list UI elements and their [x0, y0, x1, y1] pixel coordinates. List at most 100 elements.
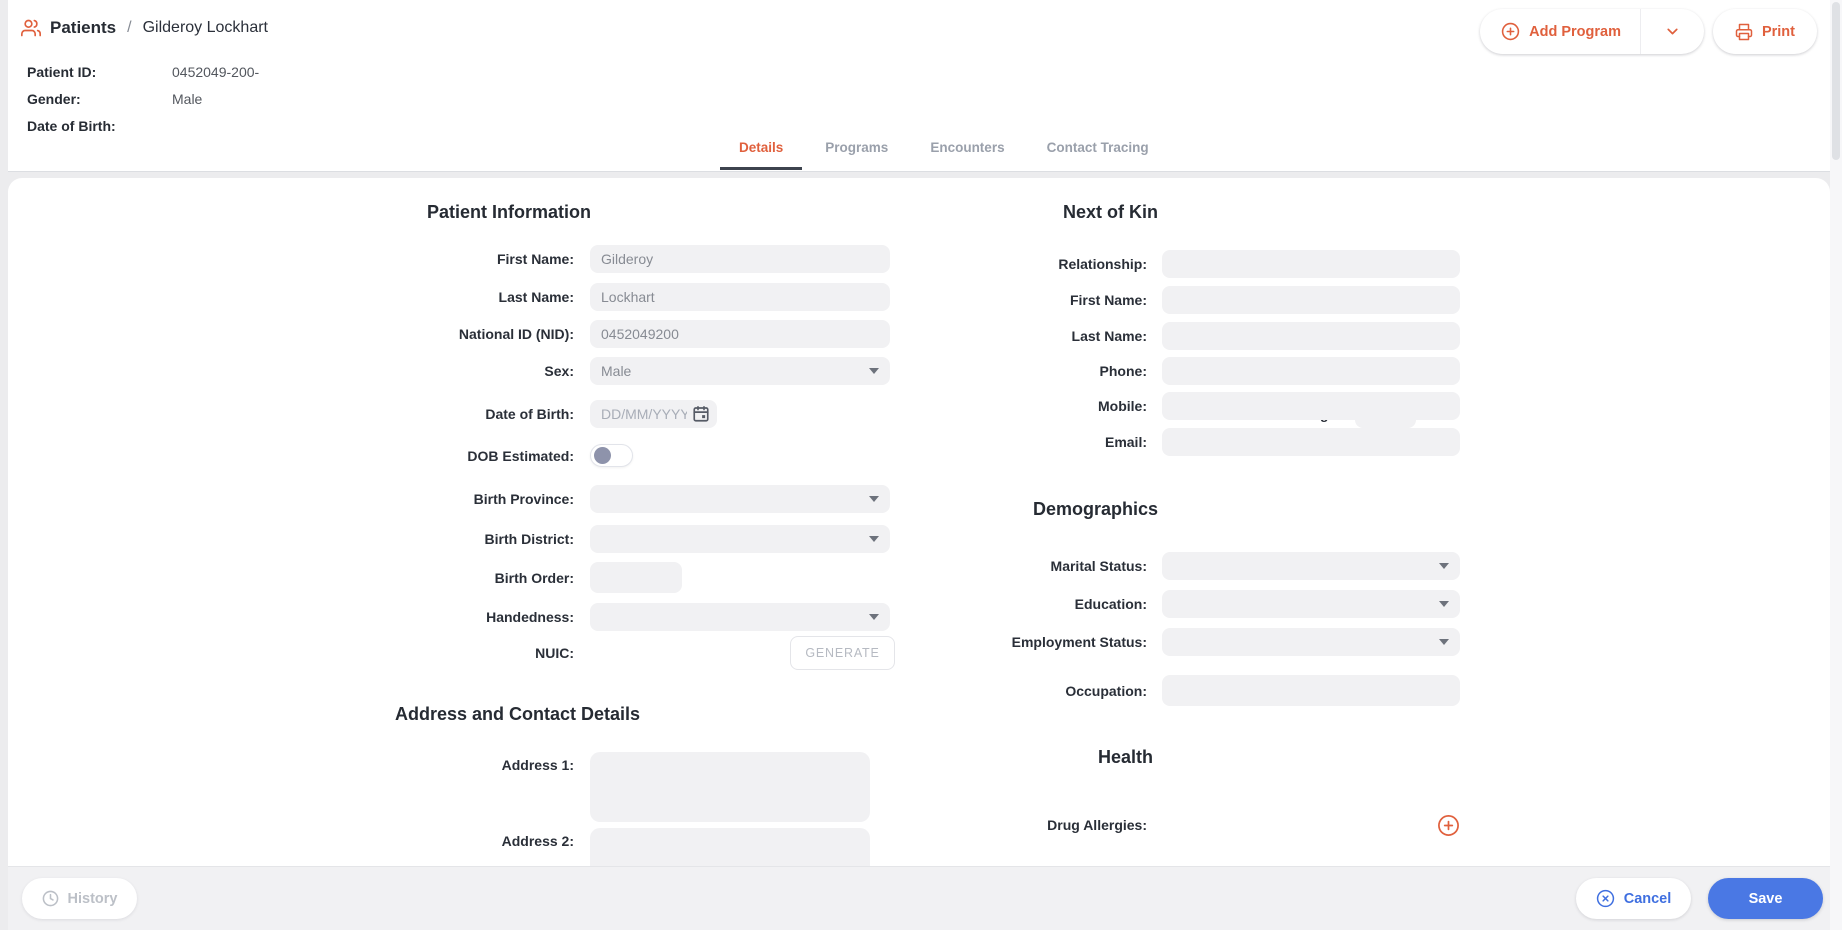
breadcrumb-patient-name: Gilderoy Lockhart [143, 19, 268, 37]
nok-first-name-row: First Name: [908, 286, 1460, 314]
marital-status-label: Marital Status: [908, 558, 1147, 574]
nok-phone-row: Phone: [908, 357, 1460, 385]
patients-icon [21, 18, 41, 38]
x-circle-icon [1596, 889, 1615, 908]
sex-select-value: Male [601, 363, 631, 379]
dob-estimated-toggle[interactable] [590, 444, 633, 467]
chevron-down-icon [869, 368, 879, 374]
nok-first-name-input[interactable] [1162, 286, 1460, 314]
national-id-label: National ID (NID): [8, 326, 574, 342]
history-label: History [68, 891, 118, 907]
add-program-menu-button[interactable] [1641, 9, 1704, 54]
chevron-down-icon [1439, 601, 1449, 607]
cancel-label: Cancel [1624, 891, 1672, 907]
toggle-knob [594, 447, 611, 464]
handedness-select[interactable] [590, 603, 890, 631]
cancel-button[interactable]: Cancel [1576, 878, 1691, 919]
patient-summary: Patient ID: 0452049-200- Gender: Male Da… [27, 64, 259, 145]
birth-district-select[interactable] [590, 525, 890, 553]
chevron-down-icon [1439, 563, 1449, 569]
save-button[interactable]: Save [1708, 878, 1823, 919]
marital-status-select[interactable] [1162, 552, 1460, 580]
add-program-split-button: Add Program [1480, 9, 1704, 54]
nok-email-input[interactable] [1162, 428, 1460, 456]
address1-row: Address 1: [8, 752, 870, 822]
birth-order-row: Birth Order: [8, 562, 682, 593]
summary-row-gender: Gender: Male [27, 91, 259, 107]
birth-province-label: Birth Province: [8, 491, 574, 507]
sex-select[interactable]: Male [590, 357, 890, 385]
patient-id-value: 0452049-200- [172, 64, 259, 80]
birth-district-label: Birth District: [8, 531, 574, 547]
scrollbar-thumb[interactable] [1832, 2, 1840, 160]
first-name-row: First Name: [8, 245, 890, 273]
nok-phone-label: Phone: [908, 363, 1147, 379]
nok-first-name-label: First Name: [908, 292, 1147, 308]
history-button[interactable]: History [22, 878, 137, 919]
add-program-button[interactable]: Add Program [1480, 9, 1640, 54]
tab-details[interactable]: Details [720, 140, 802, 170]
clock-icon [42, 890, 59, 907]
nuic-row: NUIC: GENERATE [8, 636, 895, 670]
nok-mobile-label: Mobile: [908, 398, 1147, 414]
header-divider [8, 171, 1830, 172]
tab-contact-tracing[interactable]: Contact Tracing [1028, 140, 1168, 170]
generate-nuic-button[interactable]: GENERATE [790, 636, 895, 670]
dob-estimated-row: DOB Estimated: [8, 443, 633, 468]
health-heading: Health [1098, 747, 1153, 768]
last-name-label: Last Name: [8, 289, 574, 305]
breadcrumb-section[interactable]: Patients [50, 18, 116, 38]
save-label: Save [1749, 891, 1783, 907]
plus-circle-icon [1501, 22, 1520, 41]
occupation-row: Occupation: [908, 675, 1460, 706]
print-button[interactable]: Print [1713, 9, 1817, 54]
national-id-input[interactable] [590, 320, 890, 348]
breadcrumb: Patients / Gilderoy Lockhart [21, 18, 268, 38]
national-id-row: National ID (NID): [8, 320, 890, 348]
last-name-input[interactable] [590, 283, 890, 311]
address2-row: Address 2: [8, 828, 870, 867]
nok-relationship-input[interactable] [1162, 250, 1460, 278]
details-form-card: Patient Information First Name: Last Nam… [8, 178, 1830, 867]
date-of-birth-field [590, 400, 717, 428]
nok-phone-input[interactable] [1162, 357, 1460, 385]
nok-relationship-label: Relationship: [908, 256, 1147, 272]
nok-last-name-input[interactable] [1162, 322, 1460, 350]
first-name-input[interactable] [590, 245, 890, 273]
chevron-down-icon [869, 496, 879, 502]
chevron-down-icon [1664, 23, 1681, 40]
occupation-input[interactable] [1162, 675, 1460, 706]
gender-label: Gender: [27, 91, 172, 107]
birth-order-input[interactable] [590, 562, 682, 593]
birth-province-select[interactable] [590, 485, 890, 513]
nok-mobile-input[interactable] [1162, 392, 1460, 420]
add-drug-allergy-button[interactable] [1437, 814, 1460, 837]
address1-label: Address 1: [8, 752, 574, 773]
calendar-icon[interactable] [692, 405, 710, 423]
handedness-label: Handedness: [8, 609, 574, 625]
dob-label: Date of Birth: [27, 118, 172, 134]
sex-row: Sex: Male [8, 357, 890, 385]
address1-textarea[interactable] [590, 752, 870, 822]
printer-icon [1735, 23, 1753, 41]
breadcrumb-separator: / [127, 19, 131, 37]
address2-textarea[interactable] [590, 828, 870, 867]
sex-label: Sex: [8, 363, 574, 379]
education-row: Education: [908, 590, 1460, 618]
birth-order-label: Birth Order: [8, 570, 574, 586]
vertical-scrollbar[interactable] [1830, 0, 1842, 930]
first-name-label: First Name: [8, 251, 574, 267]
plus-circle-icon [1437, 814, 1460, 837]
add-program-label: Add Program [1529, 24, 1621, 40]
drug-allergies-label: Drug Allergies: [908, 817, 1147, 833]
education-select[interactable] [1162, 590, 1460, 618]
nok-email-row: Email: [908, 428, 1460, 456]
employment-status-select[interactable] [1162, 628, 1460, 656]
tab-programs[interactable]: Programs [806, 140, 907, 170]
chevron-down-icon [869, 536, 879, 542]
tab-bar: Details Programs Encounters Contact Trac… [720, 140, 1168, 170]
tab-encounters[interactable]: Encounters [911, 140, 1023, 170]
nok-mobile-row: Mobile: [908, 392, 1460, 420]
chevron-down-icon [869, 614, 879, 620]
patient-id-label: Patient ID: [27, 64, 172, 80]
